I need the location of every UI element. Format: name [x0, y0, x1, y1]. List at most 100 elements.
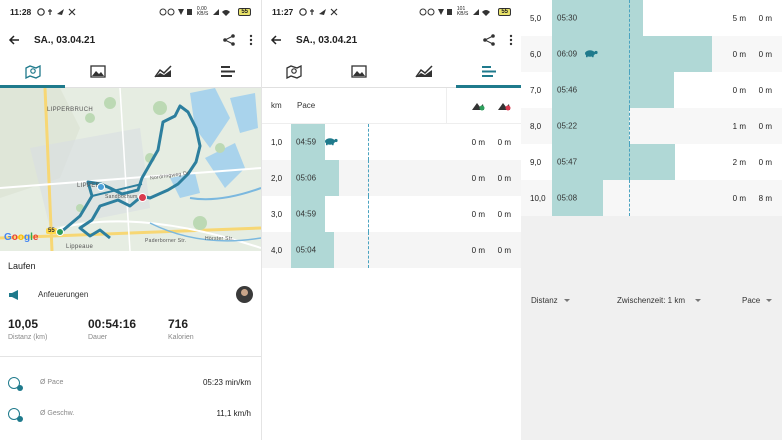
network-speed: 101 KB/S	[456, 6, 469, 17]
pace-value: 05:04	[296, 245, 317, 255]
split-pace-cell: 05:22	[552, 108, 708, 144]
notification-icons-glyphs	[299, 8, 338, 16]
average-pace-line	[368, 196, 369, 232]
avg-speed-value: 11,1 km/h	[216, 409, 251, 418]
map-icon	[24, 64, 41, 79]
split-km: 7,0	[530, 85, 542, 95]
tab-charts[interactable]	[131, 56, 196, 87]
system-icons	[159, 8, 192, 16]
split-ascent: 1 m	[732, 121, 746, 131]
pace-value: 04:59	[296, 137, 317, 147]
split-km: 9,0	[530, 157, 542, 167]
page-title: SA., 03.04.21	[296, 34, 358, 46]
chevron-down-icon	[766, 298, 773, 302]
split-km: 2,0	[271, 173, 283, 183]
avg-speed-row: Ø Geschw. 11,1 km/h	[0, 398, 261, 429]
splits-list: 1,0 04:59 0 m 0 m 2,0 05:06 0 m 0 m 3,0 04:59 0 m 0…	[262, 124, 521, 268]
splits-panel: 11:27 101 KB/S 55 SA., 03.04.21 km Pace …	[261, 0, 521, 440]
split-ascent: 0 m	[471, 137, 485, 147]
system-icons	[419, 8, 452, 16]
avatar[interactable]	[236, 285, 253, 303]
status-time: 11:28	[10, 7, 32, 17]
stat-calories: 716 Kalorien	[168, 317, 248, 356]
google-logo: Google	[4, 232, 39, 243]
stat-calories-label: Kalorien	[168, 334, 194, 341]
back-arrow-icon[interactable]	[8, 34, 20, 46]
avg-pace-row: Ø Pace 05:23 min/km	[0, 367, 261, 398]
chart-icon	[415, 65, 433, 78]
split-ascent: 0 m	[732, 193, 746, 203]
app-bar: SA., 03.04.21	[0, 24, 261, 56]
megaphone-icon	[9, 289, 18, 300]
battery-indicator: 55	[238, 8, 251, 16]
tab-photos[interactable]	[327, 56, 392, 87]
finish-marker	[138, 193, 147, 202]
tab-splits[interactable]	[196, 56, 261, 87]
split-pace-cell: 04:59	[291, 124, 447, 160]
pace-dropdown[interactable]: Pace	[742, 295, 773, 305]
descent-icon	[498, 102, 511, 110]
more-options-icon[interactable]	[509, 34, 513, 46]
stat-distance-label: Distanz (km)	[8, 334, 48, 341]
more-options-icon[interactable]	[249, 34, 253, 46]
distance-dropdown[interactable]: Distanz	[531, 296, 570, 305]
average-pace-line	[629, 144, 630, 180]
tab-map[interactable]	[0, 56, 66, 88]
route-map[interactable]: LIPPERBRUCH LIPPER Lippeaue Nordringweg …	[0, 88, 261, 251]
split-descent: 0 m	[497, 137, 511, 147]
average-pace-line	[629, 108, 630, 144]
average-pace-line	[629, 36, 630, 72]
pace-value: 05:22	[557, 121, 578, 131]
split-ascent: 0 m	[732, 49, 746, 59]
pace-dropdown-label: Pace	[742, 295, 761, 305]
ascent-icon	[472, 102, 485, 110]
chevron-down-icon	[563, 298, 570, 302]
split-interval-label: Zwischenzeit: 1 km	[617, 295, 686, 305]
split-descent: 0 m	[497, 173, 511, 183]
map-place-lipperbruch: LIPPERBRUCH	[47, 107, 93, 113]
average-pace-line	[629, 72, 630, 108]
table-row: 5,0 05:30 5 m 0 m	[521, 0, 782, 36]
splits-icon	[221, 66, 236, 77]
splits-panel-scrolled: 5,0 05:30 5 m 0 m 6,0 06:09 0 m 0 m 7,0 05:46 0 m 0…	[521, 0, 782, 440]
tab-charts[interactable]	[392, 56, 457, 87]
stat-calories-value: 716	[168, 317, 189, 331]
split-pace-cell: 05:46	[552, 72, 708, 108]
pace-icon	[8, 376, 23, 391]
stats-summary: 10,05 Distanz (km) 00:54:16 Dauer 716 Ka…	[0, 309, 261, 357]
split-km: 8,0	[530, 121, 542, 131]
average-pace-line	[368, 232, 369, 268]
share-icon[interactable]	[223, 34, 235, 46]
tab-bar	[262, 56, 521, 88]
table-row: 1,0 04:59 0 m 0 m	[262, 124, 521, 160]
tab-splits[interactable]	[456, 56, 521, 88]
split-descent: 0 m	[758, 13, 772, 23]
split-pace-cell: 05:08	[552, 180, 708, 216]
status-bar: 11:27 101 KB/S 55	[262, 0, 521, 24]
split-descent: 0 m	[497, 209, 511, 219]
split-ascent: 5 m	[732, 13, 746, 23]
column-km: km	[271, 101, 282, 110]
pace-value: 05:08	[557, 193, 578, 203]
splits-icon	[481, 66, 496, 77]
splits-table-header: km Pace	[262, 88, 521, 124]
tab-photos[interactable]	[65, 56, 130, 87]
splits-list: 5,0 05:30 5 m 0 m 6,0 06:09 0 m 0 m 7,0 05:46 0 m 0…	[521, 0, 782, 216]
split-interval-dropdown[interactable]: Zwischenzeit: 1 km	[617, 295, 702, 305]
slowest-turtle-icon	[584, 49, 598, 60]
notification-icons-glyphs	[37, 8, 76, 16]
column-descent	[485, 101, 521, 111]
cheer-label: Anfeuerungen	[38, 289, 89, 299]
table-row: 10,0 05:08 0 m 8 m	[521, 180, 782, 216]
tab-map[interactable]	[262, 56, 327, 87]
slowest-turtle-icon	[324, 137, 338, 148]
map-road-hoerster: Hörster Str.	[205, 236, 234, 242]
cheer-row[interactable]: Anfeuerungen	[0, 279, 261, 309]
battery-indicator: 55	[498, 8, 511, 16]
split-ascent: 0 m	[732, 85, 746, 95]
back-arrow-icon[interactable]	[270, 34, 282, 46]
table-row: 2,0 05:06 0 m 0 m	[262, 160, 521, 196]
share-icon[interactable]	[483, 34, 495, 46]
signal-wifi-icons	[473, 9, 491, 16]
split-descent: 8 m	[758, 193, 772, 203]
